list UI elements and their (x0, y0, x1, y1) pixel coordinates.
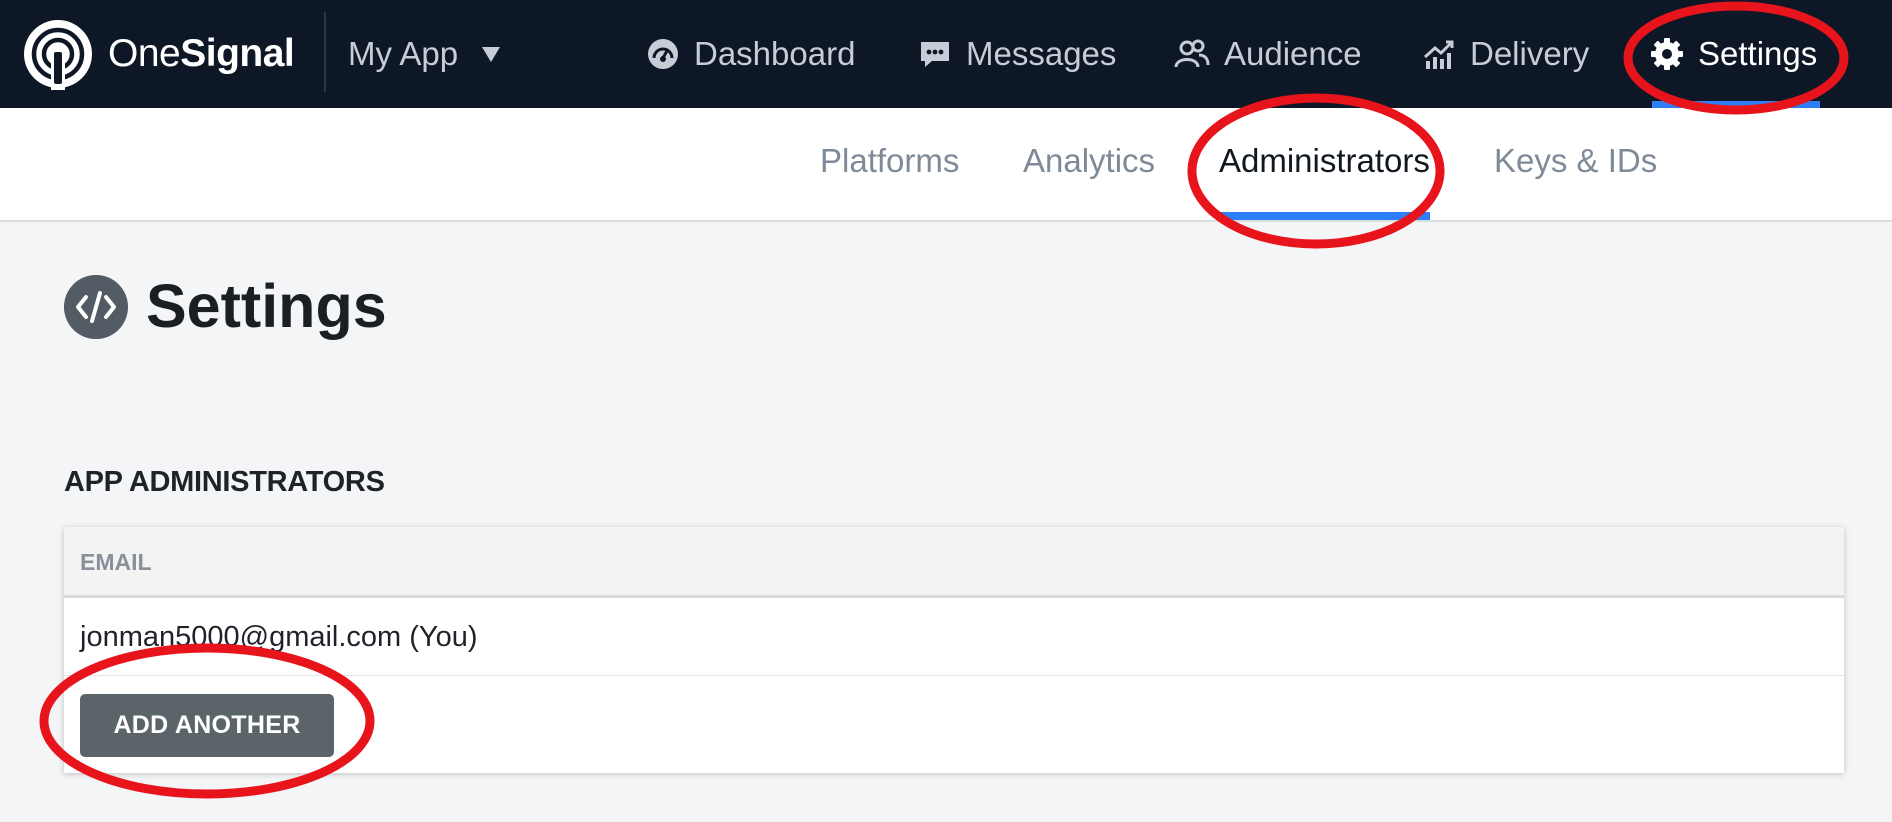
code-icon (64, 275, 128, 339)
dashboard-gauge-icon (648, 39, 678, 69)
row-divider (64, 675, 1844, 676)
gear-icon (1651, 38, 1683, 70)
tab-platforms[interactable]: Platforms (820, 142, 959, 180)
settings-subtabs: Platforms Analytics Administrators Keys … (0, 108, 1892, 222)
nav-divider (324, 12, 326, 92)
nav-label-messages: Messages (966, 35, 1117, 72)
nav-item-delivery[interactable]: Delivery (1422, 28, 1589, 80)
top-navbar: OneSignal My App Dashboard Messages Audi… (0, 0, 1892, 108)
message-bubble-icon (921, 42, 949, 67)
brand-name[interactable]: OneSignal (108, 30, 295, 78)
nav-label-delivery: Delivery (1470, 35, 1590, 72)
section-title-app-administrators: APP ADMINISTRATORS (64, 466, 385, 498)
column-header-email: EMAIL (80, 549, 152, 575)
add-another-button[interactable]: ADD ANOTHER (80, 694, 334, 757)
onesignal-logo-icon[interactable] (22, 18, 94, 90)
nav-label-audience: Audience (1224, 35, 1362, 72)
page-title: Settings (146, 272, 387, 340)
app-selector-dropdown[interactable]: My App (348, 30, 501, 78)
tab-administrators[interactable]: Administrators (1219, 142, 1430, 180)
nav-label-dashboard: Dashboard (694, 35, 856, 72)
brand-name-part2: Signal (180, 32, 295, 75)
nav-item-messages[interactable]: Messages (918, 28, 1116, 80)
chart-growth-icon (1423, 40, 1454, 69)
tab-analytics[interactable]: Analytics (1023, 142, 1155, 180)
caret-down-icon (482, 46, 501, 62)
nav-label-settings: Settings (1698, 35, 1818, 72)
administrators-table: EMAIL jonman5000@gmail.com (You) ADD ANO… (64, 527, 1844, 773)
users-icon (1174, 39, 1210, 68)
tab-keys-ids[interactable]: Keys & IDs (1494, 142, 1657, 180)
table-header: EMAIL (64, 527, 1844, 598)
tab-active-indicator (1220, 212, 1430, 220)
nav-active-indicator (1652, 101, 1820, 108)
nav-item-audience[interactable]: Audience (1174, 28, 1362, 80)
app-selector-label: My App (348, 35, 459, 72)
brand-name-part1: One (108, 32, 181, 75)
table-row: jonman5000@gmail.com (You) (80, 621, 478, 653)
nav-item-settings[interactable]: Settings (1650, 28, 1817, 80)
nav-item-dashboard[interactable]: Dashboard (646, 28, 855, 80)
